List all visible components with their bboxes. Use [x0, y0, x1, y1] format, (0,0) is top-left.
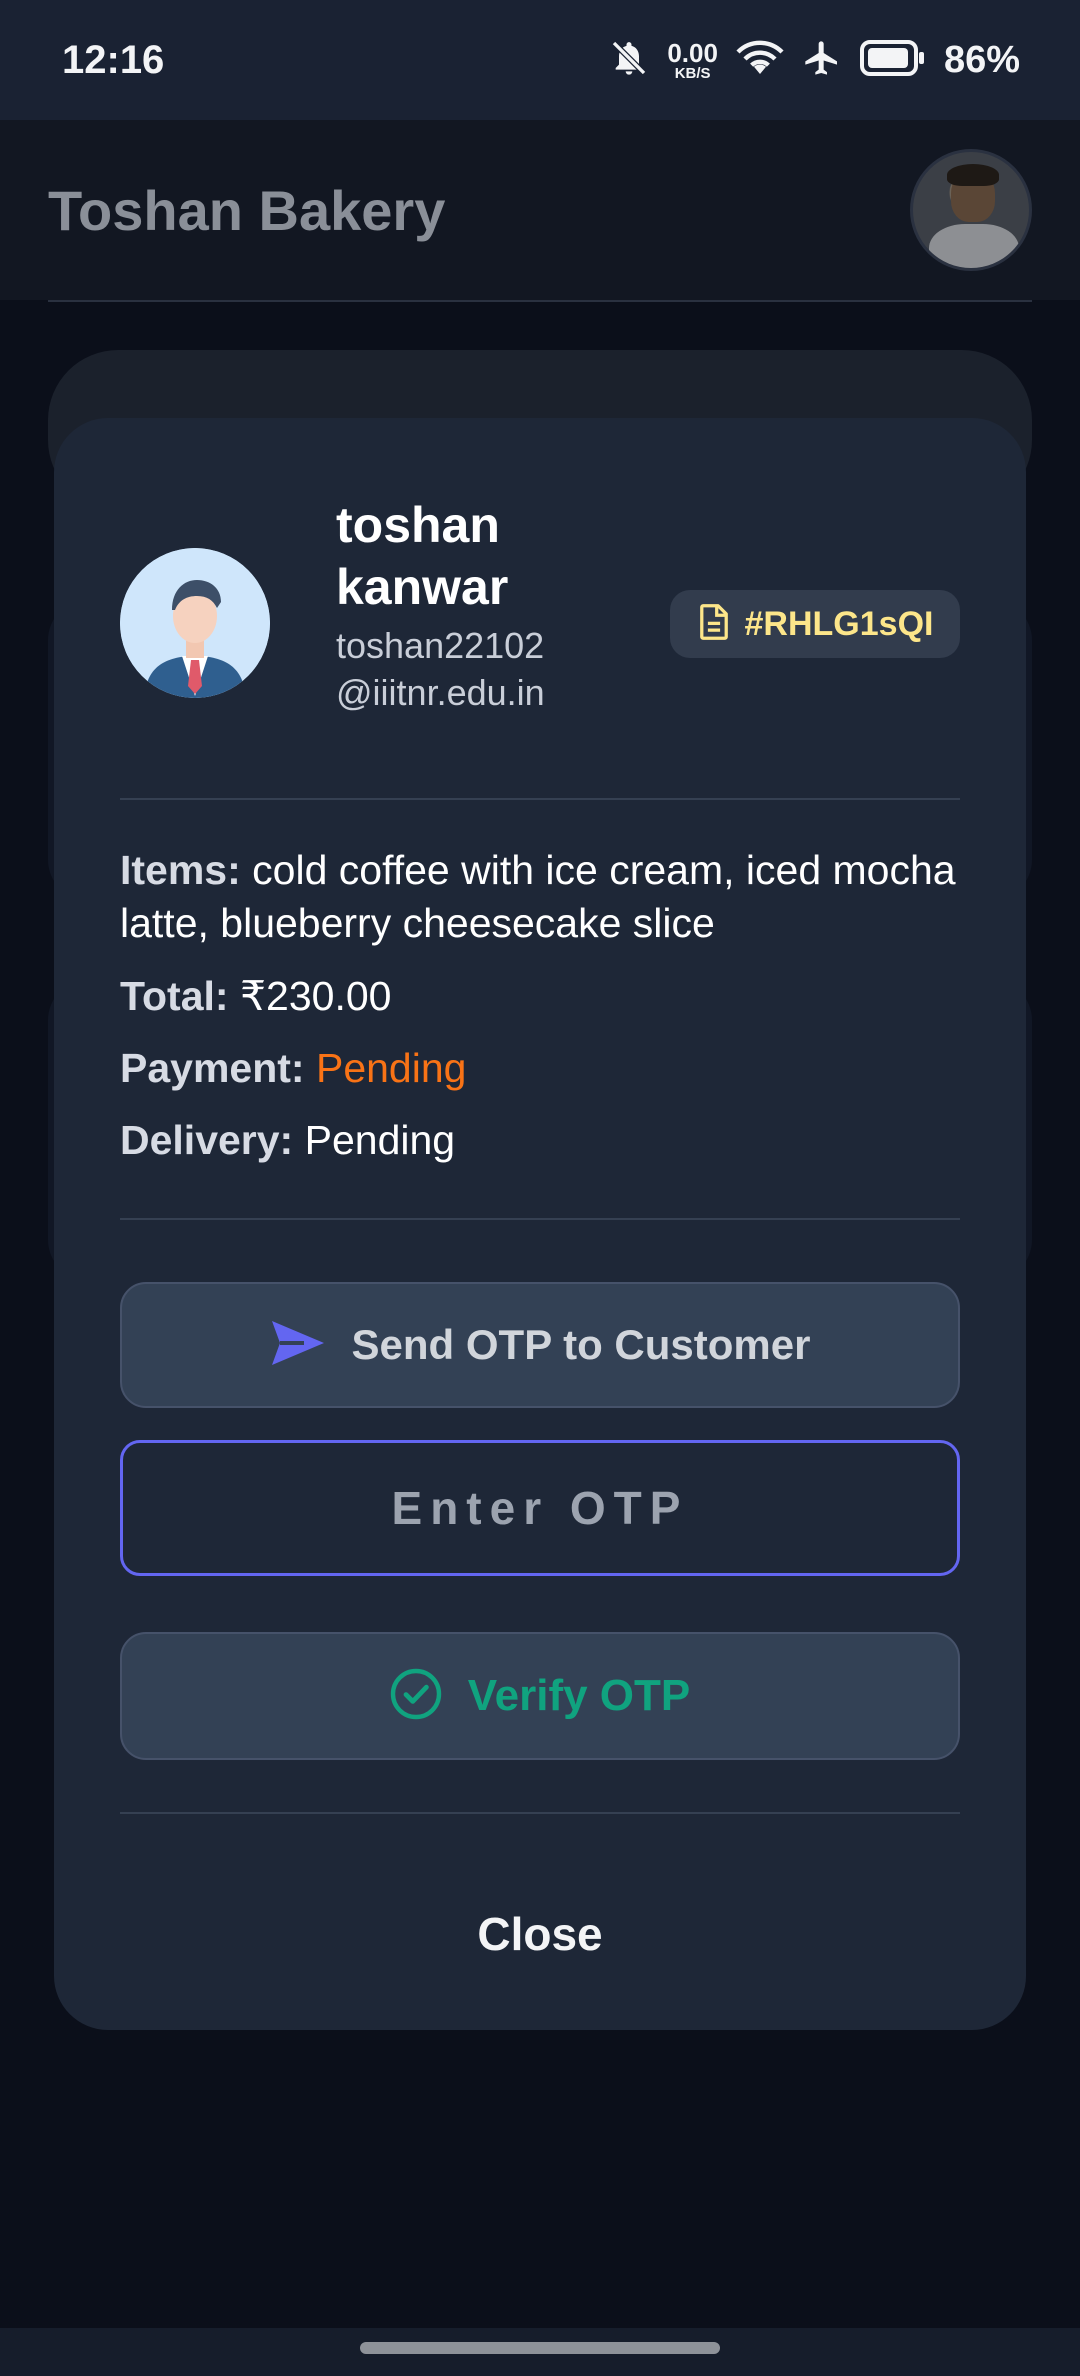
check-circle-icon — [390, 1668, 442, 1725]
items-value: cold coffee with ice cream, iced mocha l… — [120, 847, 956, 946]
delivery-status: Pending — [304, 1117, 456, 1163]
net-speed-unit: KB/S — [674, 64, 711, 82]
verify-otp-button[interactable]: Verify OTP — [120, 1632, 960, 1760]
customer-name: toshan kanwar — [336, 497, 509, 615]
order-details-modal: toshan kanwar toshan22102@iiitnr.edu.in … — [54, 418, 1026, 2030]
status-time: 12:16 — [62, 37, 165, 82]
items-row: Items: cold coffee with ice cream, iced … — [120, 844, 980, 950]
total-label: Total: — [120, 973, 229, 1019]
wifi-icon — [736, 38, 784, 83]
payment-status: Pending — [315, 1045, 467, 1091]
total-value: ₹230.00 — [239, 973, 392, 1019]
payment-label: Payment: — [120, 1045, 305, 1091]
header-divider — [48, 300, 1032, 302]
divider — [120, 1218, 960, 1220]
document-icon — [697, 603, 731, 646]
verify-otp-label: Verify OTP — [467, 1671, 691, 1720]
net-speed-value: 0.00 — [667, 37, 718, 68]
status-icons: 0.00 KB/S 86% — [609, 38, 1020, 83]
app-header: Toshan Bakery — [0, 120, 1080, 300]
close-button[interactable]: Close — [120, 1884, 960, 1984]
send-otp-button[interactable]: Send OTP to Customer — [120, 1282, 960, 1408]
app-title: Toshan Bakery — [48, 178, 446, 242]
payment-row: Payment: Pending — [120, 1042, 980, 1095]
divider — [120, 1812, 960, 1814]
order-id: #RHLG1sQI — [744, 604, 934, 643]
otp-input[interactable] — [120, 1440, 960, 1576]
items-label: Items: — [120, 847, 241, 893]
battery-icon — [859, 39, 926, 81]
order-id-badge: #RHLG1sQI — [670, 590, 960, 658]
customer-avatar-icon — [120, 548, 270, 698]
home-indicator[interactable] — [360, 2342, 720, 2354]
total-row: Total: ₹230.00 — [120, 970, 980, 1023]
delivery-row: Delivery: Pending — [120, 1114, 980, 1167]
bell-off-icon — [609, 38, 649, 83]
customer-email: toshan22102@iiitnr.edu.in — [336, 625, 545, 713]
avatar[interactable] — [910, 149, 1032, 271]
send-otp-label: Send OTP to Customer — [351, 1321, 811, 1368]
net-speed: 0.00 KB/S — [667, 40, 718, 81]
status-bar: 12:16 0.00 KB/S 86% — [0, 0, 1080, 120]
battery-percent: 86% — [943, 38, 1020, 81]
divider — [120, 798, 960, 800]
delivery-label: Delivery: — [120, 1117, 294, 1163]
send-icon — [270, 1319, 326, 1372]
airplane-icon — [802, 38, 842, 83]
